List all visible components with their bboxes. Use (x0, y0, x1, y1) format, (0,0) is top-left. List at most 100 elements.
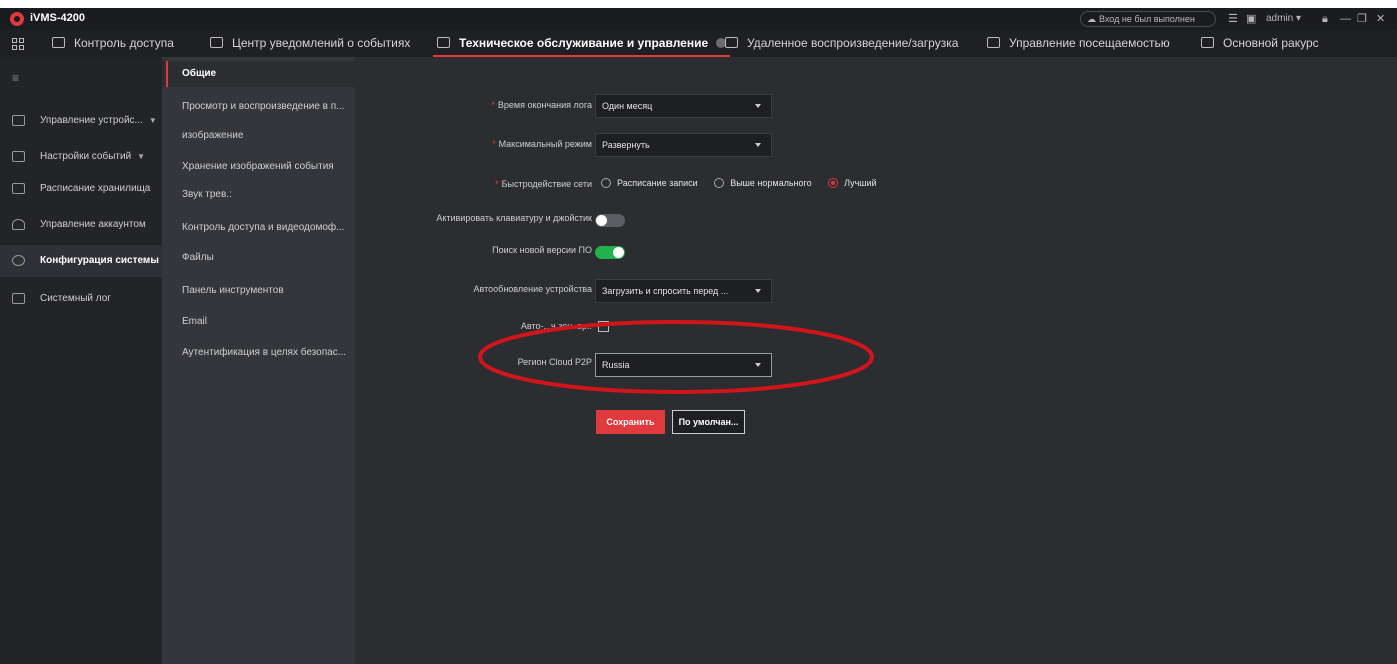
nav-device-management[interactable]: Управление устройс... ▼ (0, 105, 162, 137)
gear-icon (12, 255, 25, 266)
nav-label: Расписание хранилища (40, 183, 151, 194)
calendar-icon (987, 37, 1000, 48)
firmware-toggle[interactable] (595, 246, 625, 259)
autoupdate-label: Автообновление устройства (473, 284, 592, 294)
device-icon (12, 115, 25, 126)
caret-down-icon: ▼ (148, 116, 157, 125)
submenu-alarm-sound[interactable]: Звук трев.: (162, 182, 355, 208)
log-icon (12, 293, 25, 304)
camera-icon (1201, 37, 1214, 48)
login-status-label: Вход не был выполнен (1099, 14, 1195, 24)
left-nav: ≡ Управление устройс... ▼ Настройки событ… (0, 57, 162, 664)
nav-system-log[interactable]: Системный лог (0, 283, 162, 315)
tab-event-center[interactable]: Центр уведомлений о событиях (210, 30, 410, 57)
default-button[interactable]: По умолчан... (672, 410, 745, 434)
dropdown-arrow-icon (755, 363, 761, 367)
sub-menu: Общие Просмотр и воспроизведение в п... … (162, 57, 355, 664)
apps-grid-icon[interactable] (12, 38, 24, 50)
event-icon (12, 151, 25, 162)
required-mark: * (491, 100, 495, 110)
tab-attendance[interactable]: Управление посещаемостью (987, 30, 1170, 57)
keyboard-toggle[interactable] (595, 214, 625, 227)
app-title: iVMS-4200 (30, 12, 86, 24)
nav-label: Системный лог (40, 293, 111, 304)
autoupdate-select[interactable]: Загрузить и спросить перед ... (595, 279, 772, 303)
maintenance-icon (437, 37, 450, 48)
lock-icon[interactable]: 🔒︎ (1322, 11, 1328, 27)
cloud-icon: ☁ (1087, 14, 1096, 24)
user-menu[interactable]: admin ▾ (1266, 11, 1301, 27)
list-icon[interactable]: ☰ (1228, 11, 1238, 27)
settings-panel: * Время окончания лога Один месяц * Максим… (355, 57, 1397, 664)
submenu-files[interactable]: Файлы (162, 245, 355, 271)
submenu-email[interactable]: Email (162, 309, 355, 335)
network-radio-group: Расписание записи Выше нормального Лучши… (597, 178, 887, 188)
nav-label: Конфигурация системы (40, 255, 159, 266)
alarm-icon (210, 37, 223, 48)
restore-icon[interactable]: ❐ (1357, 11, 1367, 27)
nav-system-config[interactable]: Конфигурация системы (0, 245, 162, 277)
submenu-general[interactable]: Общие (162, 61, 355, 87)
dropdown-arrow-icon (755, 143, 761, 147)
select-value: Один месяц (602, 101, 653, 111)
tab-access-control[interactable]: Контроль доступа (52, 30, 174, 57)
caret-down-icon: ▼ (137, 152, 146, 161)
label-text: Максимальный режим (498, 139, 592, 149)
select-value: Загрузить и спросить перед ... (602, 286, 729, 296)
login-status-button[interactable]: ☁ Вход не был выполнен (1080, 11, 1216, 27)
tab-bar: Контроль доступа Центр уведомлений о соб… (0, 30, 1397, 74)
tab-remote-playback[interactable]: Удаленное воспроизведение/загрузка (725, 30, 958, 57)
submenu-event-image-storage[interactable]: Хранение изображений события (162, 154, 355, 180)
playback-icon (725, 37, 738, 48)
tab-main-view[interactable]: Основной ракурс (1201, 30, 1319, 57)
top-white-strip (0, 0, 1397, 8)
autotime-label: Авто-...ч.зон. вр.: (520, 321, 592, 331)
menu-collapse-icon[interactable]: ≡ (12, 71, 19, 85)
close-icon[interactable]: ✕ (1376, 11, 1385, 27)
door-icon (52, 37, 65, 48)
image-icon[interactable]: ▣ (1246, 11, 1256, 27)
nav-label: Управление аккаунтом (40, 219, 146, 230)
nav-account-management[interactable]: Управление аккаунтом (0, 209, 162, 241)
submenu-security-auth[interactable]: Аутентификация в целях безопас... (162, 340, 355, 366)
network-label: * Быстродействие сети (495, 179, 592, 189)
autotime-checkbox[interactable] (598, 321, 609, 332)
required-mark: * (492, 139, 496, 149)
label-text: Быстродействие сети (501, 179, 592, 189)
radio-record-schedule[interactable] (601, 178, 611, 188)
tab-label: Удаленное воспроизведение/загрузка (747, 36, 959, 50)
max-mode-select[interactable]: Развернуть (595, 133, 772, 157)
p2p-region-select[interactable]: Russia (595, 353, 772, 377)
tab-label: Техническое обслуживание и управление (459, 36, 709, 50)
storage-icon (12, 183, 25, 194)
title-bar: iVMS-4200 ☁ Вход не был выполнен ☰ ▣ admi… (0, 8, 1397, 30)
select-value: Russia (602, 360, 630, 370)
max-mode-label: * Максимальный режим (492, 139, 592, 149)
dropdown-arrow-icon (755, 289, 761, 293)
radio-best[interactable] (828, 178, 839, 188)
dropdown-arrow-icon (755, 104, 761, 108)
nav-label: Настройки событий (40, 151, 132, 162)
save-button[interactable]: Сохранить (596, 410, 665, 434)
submenu-live-view[interactable]: Просмотр и воспроизведение в п... (162, 94, 355, 120)
app-window: iVMS-4200 ☁ Вход не был выполнен ☰ ▣ admi… (0, 8, 1397, 664)
nav-event-settings[interactable]: Настройки событий ▼ (0, 141, 162, 173)
submenu-toolbar[interactable]: Панель инструментов (162, 278, 355, 304)
p2p-region-label: Регион Cloud P2P (517, 357, 592, 367)
tab-maintenance[interactable]: Техническое обслуживание и управление (432, 30, 731, 57)
keyboard-label: Активировать клавиатуру и джойстик (436, 213, 592, 223)
minimize-icon[interactable]: — (1340, 11, 1351, 27)
nav-label: Управление устройс... (40, 115, 143, 126)
user-name: admin (1266, 13, 1294, 24)
radio-label: Расписание записи (617, 178, 698, 188)
log-expiry-select[interactable]: Один месяц (595, 94, 772, 118)
submenu-access-intercom[interactable]: Контроль доступа и видеодомоф... (162, 215, 355, 241)
firmware-label: Поиск новой версии ПО (492, 245, 592, 255)
select-value: Развернуть (602, 140, 650, 150)
label-text: Время окончания лога (497, 100, 592, 110)
log-expiry-label: * Время окончания лога (491, 100, 592, 110)
nav-storage-schedule[interactable]: Расписание хранилища (0, 173, 162, 205)
submenu-image[interactable]: изображение (162, 123, 355, 149)
radio-above-normal[interactable] (714, 178, 725, 188)
tab-label: Основной ракурс (1223, 36, 1319, 50)
